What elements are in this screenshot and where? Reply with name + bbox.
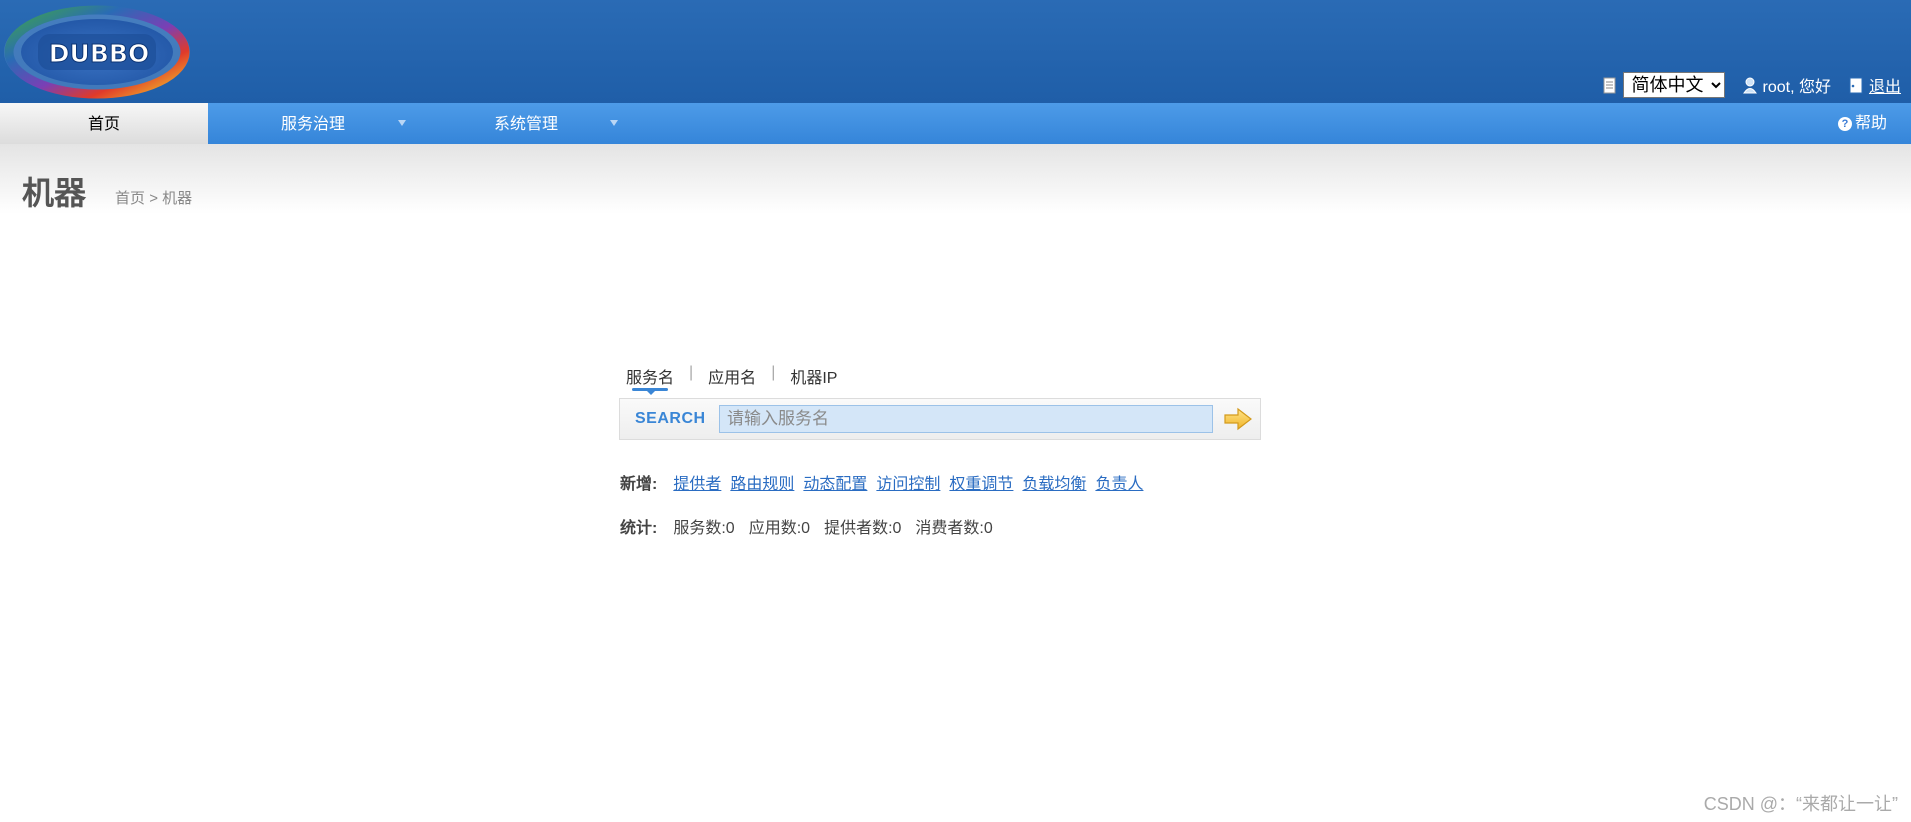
add-provider-link[interactable]: 提供者 <box>673 470 721 494</box>
search-tab-label: 服务名 <box>626 370 675 387</box>
add-weight-adjust-link[interactable]: 权重调节 <box>949 470 1013 494</box>
header: DUBBO 简体中文 root, 您好 退出 <box>0 0 1911 103</box>
stat-consumer-count: 消费者数:0 <box>915 520 993 537</box>
search-tab-service-name[interactable]: 服务名 <box>626 364 675 395</box>
logout-icon <box>1849 77 1863 93</box>
language-select[interactable]: 简体中文 <box>1622 72 1725 98</box>
add-route-rule-link[interactable]: 路由规则 <box>730 470 794 494</box>
help-label: 帮助 <box>1854 115 1887 132</box>
logout-link[interactable]: 退出 <box>1869 73 1901 97</box>
user-icon <box>1742 77 1757 93</box>
dropdown-arrow-icon <box>398 120 406 126</box>
nav-system-management-label: 系统管理 <box>494 116 559 133</box>
help-icon: ? <box>1837 116 1852 131</box>
nav-system-management[interactable]: 系统管理 <box>494 103 558 144</box>
add-row: 新增: 提供者 路由规则 动态配置 访问控制 权重调节 负载均衡 负责人 <box>620 470 1152 494</box>
nav-service-governance-label: 服务治理 <box>281 116 346 133</box>
search-tabs: 服务名 | 应用名 | 机器IP <box>626 364 837 395</box>
stat-service-count: 服务数:0 <box>673 520 735 537</box>
search-tab-machine-ip[interactable]: 机器IP <box>790 364 837 388</box>
page-title: 机器 <box>22 175 87 211</box>
breadcrumb-home[interactable]: 首页 <box>115 190 145 207</box>
add-label: 新增: <box>620 476 658 493</box>
search-arrow-icon[interactable] <box>1223 407 1253 431</box>
add-load-balance-link[interactable]: 负载均衡 <box>1022 470 1086 494</box>
stat-app-count: 应用数:0 <box>748 520 811 537</box>
tab-separator: | <box>689 364 694 381</box>
dubbo-logo: DUBBO <box>4 5 190 99</box>
dropdown-arrow-icon <box>610 120 618 126</box>
document-icon <box>1603 77 1616 93</box>
search-label: SEARCH <box>635 410 706 427</box>
breadcrumb-current: 机器 <box>162 190 193 207</box>
add-access-control-link[interactable]: 访问控制 <box>876 470 940 494</box>
stat-provider-count: 提供者数:0 <box>824 520 902 537</box>
active-tab-caret-icon <box>647 391 655 395</box>
add-dynamic-config-link[interactable]: 动态配置 <box>803 470 867 494</box>
stats-label: 统计: <box>620 520 658 537</box>
nav-service-governance[interactable]: 服务治理 <box>281 103 345 144</box>
help-link[interactable]: ? 帮助 <box>1837 103 1887 144</box>
user-greeting: root, 您好 <box>1762 79 1831 96</box>
breadcrumb-separator: > <box>149 190 158 207</box>
title-band <box>0 144 1911 214</box>
watermark: CSDN @：“来都让一让” <box>1703 794 1898 814</box>
search-input[interactable] <box>719 405 1213 433</box>
stats-row: 统计: 服务数:0 应用数:0 提供者数:0 消费者数:0 <box>620 514 1007 538</box>
logo-text: DUBBO <box>49 39 149 68</box>
search-tab-app-name[interactable]: 应用名 <box>708 364 756 388</box>
tab-separator: | <box>771 364 776 381</box>
breadcrumb: 首页 > 机器 <box>115 187 192 208</box>
search-box: SEARCH <box>619 398 1261 440</box>
user-bar: 简体中文 root, 您好 退出 <box>1603 72 1901 98</box>
nav-home[interactable]: 首页 <box>0 103 208 144</box>
add-owner-link[interactable]: 负责人 <box>1095 470 1143 494</box>
main-nav: 首页 服务治理 系统管理 ? 帮助 <box>0 103 1911 145</box>
